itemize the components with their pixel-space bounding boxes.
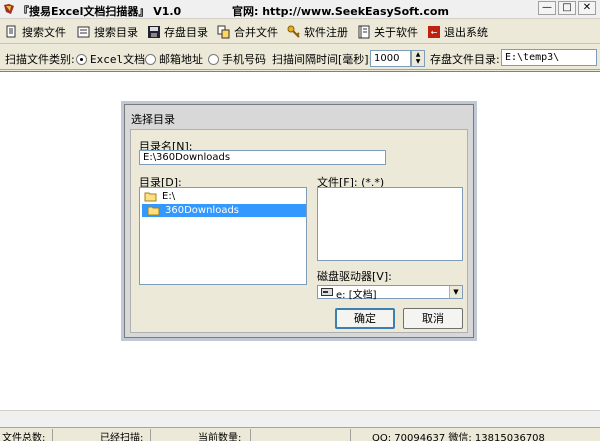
status-divider xyxy=(250,429,251,441)
status-divider xyxy=(52,429,53,441)
close-button[interactable]: ✕ xyxy=(578,1,596,15)
search-directory-button[interactable]: 搜索目录 xyxy=(77,23,138,41)
radio-phone-dot xyxy=(208,53,219,65)
radio-phone-label: 手机号码 xyxy=(222,53,266,66)
exit-system-button[interactable]: ← 退出系统 xyxy=(427,23,488,41)
search-file-label: 搜索文件 xyxy=(22,26,66,39)
about-software-label: 关于软件 xyxy=(374,26,418,39)
tree-item-360downloads[interactable]: 360Downloads xyxy=(142,204,306,217)
scan-options-bar: 扫描文件类别: Excel文档 邮箱地址 手机号码 扫描间隔时间[毫秒]: 10… xyxy=(0,45,600,70)
ok-button[interactable]: 确定 xyxy=(335,308,395,329)
register-key-icon xyxy=(287,25,300,38)
exit-icon: ← xyxy=(428,26,440,38)
spin-down-icon: ▼ xyxy=(415,58,421,65)
radio-phone[interactable]: 手机号码 xyxy=(208,51,266,67)
save-dir-input[interactable]: E:\temp3\ xyxy=(501,49,597,66)
minimize-button[interactable]: — xyxy=(538,1,556,15)
tree-item-e-drive[interactable]: E:\ xyxy=(142,190,306,203)
open-folder-icon xyxy=(147,206,160,216)
svg-text:←: ← xyxy=(431,28,438,37)
file-list[interactable] xyxy=(317,187,463,261)
radio-email-dot xyxy=(145,53,156,65)
radio-email[interactable]: 邮箱地址 xyxy=(145,51,203,67)
app-logo-icon xyxy=(4,4,14,14)
radio-excel[interactable]: Excel文档 xyxy=(76,51,145,67)
radio-email-label: 邮箱地址 xyxy=(159,53,203,66)
status-divider xyxy=(350,429,351,441)
current-count-label: 当前数量: xyxy=(198,433,242,441)
search-file-icon xyxy=(6,25,16,38)
drive-select[interactable]: e: [文档] ▼ xyxy=(317,285,463,301)
scan-interval-input[interactable]: 1000 xyxy=(370,50,411,67)
merge-files-icon xyxy=(217,25,230,39)
maximize-button[interactable]: □ xyxy=(558,1,576,15)
save-disk-icon xyxy=(148,26,160,38)
dialog-body: 目录名[N]: E:\360Downloads 目录[D]: E:\ 360Do… xyxy=(130,129,468,333)
scan-interval-label: 扫描间隔时间[毫秒]: xyxy=(272,53,373,66)
total-files-label: 文件总数: xyxy=(2,433,46,441)
tree-item-label: E:\ xyxy=(162,191,176,202)
exit-system-label: 退出系统 xyxy=(444,26,488,39)
radio-excel-dot xyxy=(76,53,87,65)
search-file-button[interactable]: 搜索文件 xyxy=(5,23,66,41)
status-divider xyxy=(150,429,151,441)
dialog-title: 选择目录 xyxy=(131,113,175,126)
spin-up-icon: ▲ xyxy=(415,51,421,58)
cancel-button[interactable]: 取消 xyxy=(403,308,463,329)
toolbar: 搜索文件 搜索目录 存盘目录 合并文件 软件注册 关于软件 ← 退出系统 xyxy=(0,20,600,44)
directory-tree[interactable]: E:\ 360Downloads xyxy=(139,187,307,285)
save-directory-label: 存盘目录 xyxy=(164,26,208,39)
website-url: 官网: http://www.SeekEasySoft.com xyxy=(232,5,449,18)
save-dir-label: 存盘文件目录: xyxy=(430,53,500,66)
horizontal-scrollbar[interactable] xyxy=(0,410,600,427)
drive-label: 磁盘驱动器[V]: xyxy=(317,270,392,283)
close-icon: ✕ xyxy=(582,2,592,13)
contact-info: QQ: 70094637 微信: 13815036708 xyxy=(372,433,545,441)
search-directory-label: 搜索目录 xyxy=(94,26,138,39)
window-title: 『搜易Excel文档扫描器』 V1.0 xyxy=(18,5,182,18)
scan-category-label: 扫描文件类别: xyxy=(5,53,75,66)
title-bar: 『搜易Excel文档扫描器』 V1.0 官网: http://www.SeekE… xyxy=(0,0,600,19)
software-register-label: 软件注册 xyxy=(304,26,348,39)
search-directory-icon xyxy=(77,26,90,38)
tree-item-label: 360Downloads xyxy=(165,205,240,216)
status-bar: 文件总数: 已经扫描: 当前数量: QQ: 70094637 微信: 13815… xyxy=(0,427,600,441)
radio-excel-label: Excel文档 xyxy=(90,53,146,66)
open-folder-icon xyxy=(144,192,157,202)
maximize-icon: □ xyxy=(562,2,572,13)
dropdown-arrow-icon: ▼ xyxy=(449,286,462,298)
about-book-icon xyxy=(358,25,370,39)
interval-spinner[interactable]: ▲ ▼ xyxy=(411,50,425,67)
merge-files-button[interactable]: 合并文件 xyxy=(217,23,278,41)
scanned-label: 已经扫描: xyxy=(100,433,144,441)
select-directory-dialog: 选择目录 目录名[N]: E:\360Downloads 目录[D]: E:\ … xyxy=(124,104,474,338)
minimize-icon: — xyxy=(542,2,552,13)
drive-value: e: [文档] xyxy=(336,290,377,301)
dir-name-input[interactable]: E:\360Downloads xyxy=(139,150,386,165)
save-directory-button[interactable]: 存盘目录 xyxy=(147,23,208,41)
about-software-button[interactable]: 关于软件 xyxy=(357,23,418,41)
drive-icon xyxy=(321,288,333,296)
software-register-button[interactable]: 软件注册 xyxy=(287,23,348,41)
merge-files-label: 合并文件 xyxy=(234,26,278,39)
